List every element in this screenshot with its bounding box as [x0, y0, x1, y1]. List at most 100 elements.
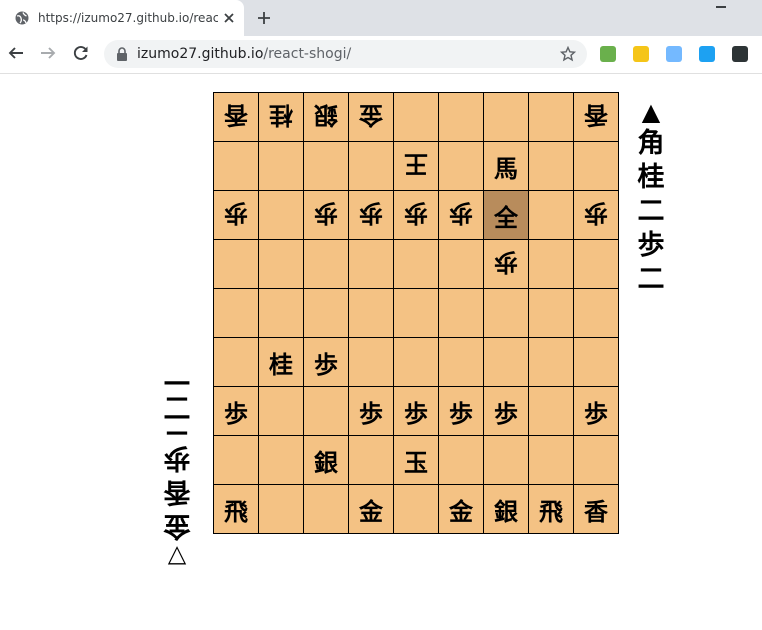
feather-ext-icon[interactable] [666, 46, 682, 62]
board-square[interactable] [214, 240, 259, 289]
board-square[interactable] [574, 436, 619, 485]
board-square-piece[interactable]: 歩 [394, 191, 439, 240]
board-square[interactable] [304, 289, 349, 338]
flag-ext-icon[interactable] [633, 46, 649, 62]
star-icon[interactable] [560, 46, 576, 62]
board-square[interactable] [304, 142, 349, 191]
sente-hand-piece[interactable]: 角 [638, 127, 665, 161]
board-square-piece[interactable]: 金 [349, 485, 394, 534]
board-square[interactable] [259, 191, 304, 240]
board-square-piece[interactable]: 王 [394, 142, 439, 191]
board-square[interactable] [439, 436, 484, 485]
board-square[interactable] [214, 338, 259, 387]
board-square[interactable] [394, 93, 439, 142]
board-square-piece[interactable]: 歩 [574, 191, 619, 240]
board-square-piece[interactable]: 香 [574, 93, 619, 142]
reload-icon[interactable] [72, 44, 90, 62]
sente-hand-piece[interactable]: 二 [638, 195, 665, 229]
board-square-piece[interactable]: 歩 [304, 191, 349, 240]
board-square[interactable] [214, 142, 259, 191]
board-square-piece[interactable]: 全 [484, 191, 529, 240]
board-square[interactable] [484, 338, 529, 387]
board-square[interactable] [574, 338, 619, 387]
board-square-piece[interactable]: 歩 [214, 191, 259, 240]
board-square[interactable] [529, 387, 574, 436]
board-square[interactable] [439, 240, 484, 289]
board-square-piece[interactable]: 歩 [439, 191, 484, 240]
board-square[interactable] [349, 436, 394, 485]
board-square-piece[interactable]: 銀 [484, 485, 529, 534]
board-square-piece[interactable]: 歩 [394, 387, 439, 436]
address-bar[interactable]: izumo27.github.io/react-shogi/ [104, 40, 587, 68]
board-square[interactable] [529, 191, 574, 240]
board-square-piece[interactable]: 香 [574, 485, 619, 534]
board-square[interactable] [304, 387, 349, 436]
gote-hand-piece[interactable]: 香 [164, 474, 191, 508]
board-square[interactable] [304, 240, 349, 289]
board-square[interactable] [529, 240, 574, 289]
board-square-piece[interactable]: 銀 [304, 436, 349, 485]
board-square[interactable] [574, 289, 619, 338]
board-square[interactable] [259, 387, 304, 436]
board-square[interactable] [529, 436, 574, 485]
sente-hand-piece[interactable]: 二 [638, 263, 665, 297]
gote-hand-piece[interactable]: 金 [164, 508, 191, 542]
gote-hand-piece[interactable]: 歩 [164, 440, 191, 474]
board-square[interactable] [304, 485, 349, 534]
board-square[interactable] [259, 436, 304, 485]
back-icon[interactable] [7, 44, 25, 62]
gote-hand-piece[interactable]: 二 [164, 372, 191, 406]
forward-icon[interactable] [39, 44, 57, 62]
board-square-piece[interactable]: 歩 [349, 387, 394, 436]
board-square-piece[interactable]: 馬 [484, 142, 529, 191]
board-square-piece[interactable]: 歩 [439, 387, 484, 436]
board-square[interactable] [214, 436, 259, 485]
board-square-piece[interactable]: 飛 [529, 485, 574, 534]
board-square-piece[interactable]: 金 [439, 485, 484, 534]
board-square-piece[interactable]: 歩 [304, 338, 349, 387]
board-square[interactable] [439, 289, 484, 338]
board-square[interactable] [484, 289, 529, 338]
green-ext-icon[interactable] [600, 46, 616, 62]
board-square[interactable] [484, 436, 529, 485]
board-square[interactable] [259, 142, 304, 191]
minimize-icon[interactable] [716, 6, 726, 8]
sente-hand-piece[interactable]: 桂 [638, 161, 665, 195]
board-square[interactable] [439, 93, 484, 142]
board-square[interactable] [259, 485, 304, 534]
board-square[interactable] [529, 338, 574, 387]
board-square[interactable] [349, 338, 394, 387]
sente-hand-piece[interactable]: 歩 [638, 229, 665, 263]
browser-tab[interactable]: https://izumo27.github.io/react-s [0, 0, 244, 36]
board-square-piece[interactable]: 銀 [304, 93, 349, 142]
board-square[interactable] [394, 289, 439, 338]
dark-ext-icon[interactable] [732, 46, 748, 62]
board-square[interactable] [484, 93, 529, 142]
board-square[interactable] [259, 240, 304, 289]
board-square-piece[interactable]: 桂 [259, 338, 304, 387]
board-square-piece[interactable]: 飛 [214, 485, 259, 534]
board-square-piece[interactable]: 金 [349, 93, 394, 142]
board-square[interactable] [259, 289, 304, 338]
board-square[interactable] [439, 338, 484, 387]
board-square[interactable] [349, 240, 394, 289]
new-tab-icon[interactable] [256, 10, 272, 26]
board-square[interactable] [529, 93, 574, 142]
board-square[interactable] [214, 289, 259, 338]
board-square[interactable] [394, 338, 439, 387]
board-square[interactable] [394, 240, 439, 289]
board-square[interactable] [349, 142, 394, 191]
board-square-piece[interactable]: 歩 [214, 387, 259, 436]
board-square-piece[interactable]: 桂 [259, 93, 304, 142]
board-square[interactable] [529, 142, 574, 191]
board-square-piece[interactable]: 歩 [484, 387, 529, 436]
board-square[interactable] [349, 289, 394, 338]
twitter-ext-icon[interactable] [699, 46, 715, 62]
board-square-piece[interactable]: 香 [214, 93, 259, 142]
board-square[interactable] [529, 289, 574, 338]
board-square[interactable] [394, 485, 439, 534]
board-square[interactable] [574, 240, 619, 289]
board-square-piece[interactable]: 玉 [394, 436, 439, 485]
board-square[interactable] [439, 142, 484, 191]
gote-hand-piece[interactable]: 二 [164, 406, 191, 440]
